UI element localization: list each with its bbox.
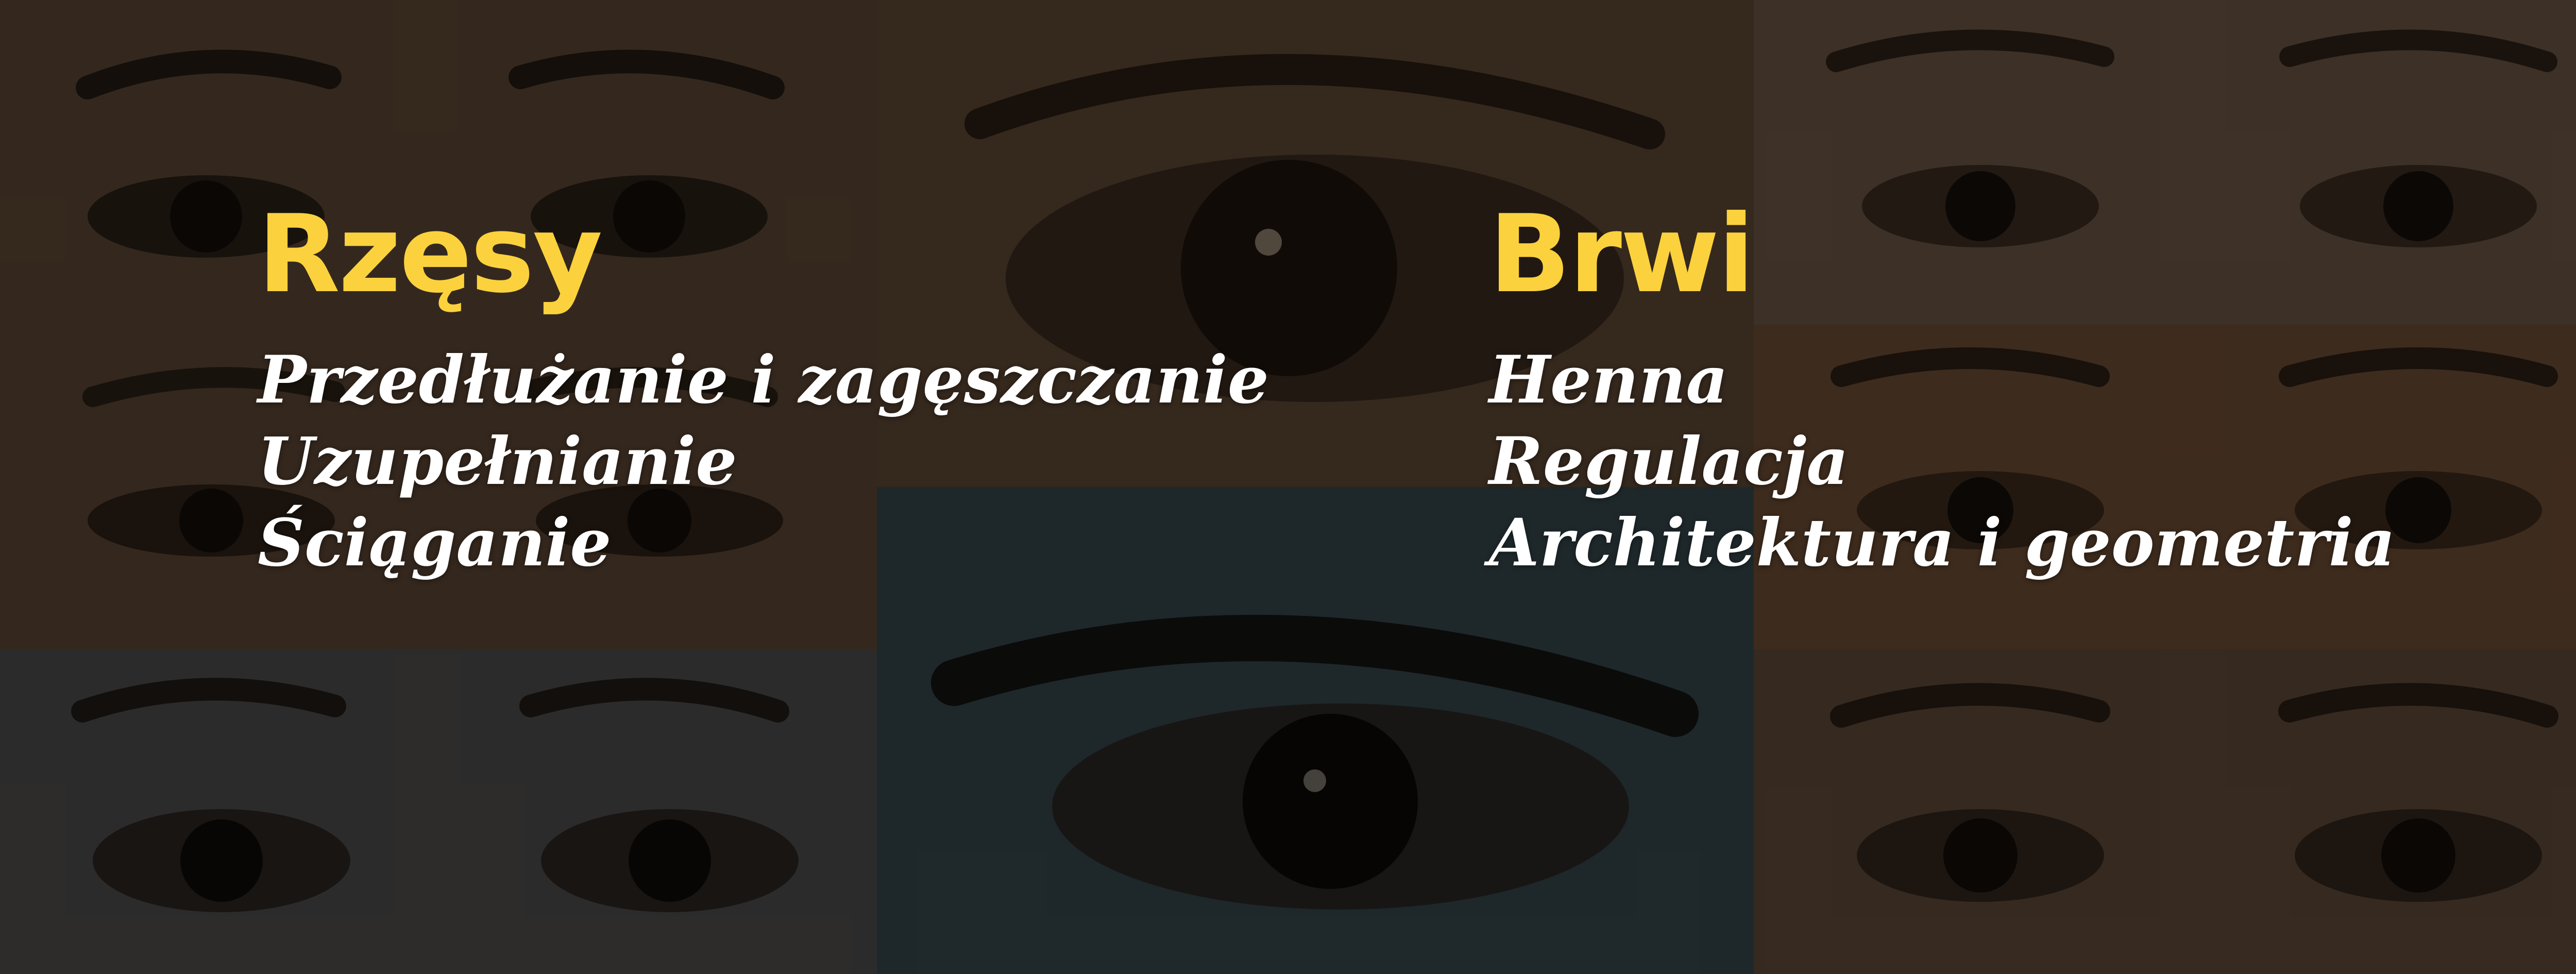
banner: Rzęsy Przedłużanie i zagęszczanie Uzupeł… [0,0,2576,974]
brows-heading: Brwi [1489,192,1755,317]
brows-service-item: Henna [1489,342,1728,418]
lashes-service-item: Przedłużanie i zagęszczanie [258,342,1269,418]
brows-services-list: Henna Regulacja Architektura i geometria [1489,339,2395,583]
lashes-section: Rzęsy Przedłużanie i zagęszczanie Uzupeł… [258,201,1269,583]
lashes-service-item: Uzupełnianie [258,423,737,499]
lashes-service-item: Ściąganie [258,505,612,581]
lashes-services-list: Przedłużanie i zagęszczanie Uzupełnianie… [258,339,1269,583]
lashes-heading: Rzęsy [258,192,603,317]
brows-section: Brwi Henna Regulacja Architektura i geom… [1489,201,2395,583]
brows-service-item: Regulacja [1489,423,1849,499]
brows-service-item: Architektura i geometria [1489,505,2396,581]
